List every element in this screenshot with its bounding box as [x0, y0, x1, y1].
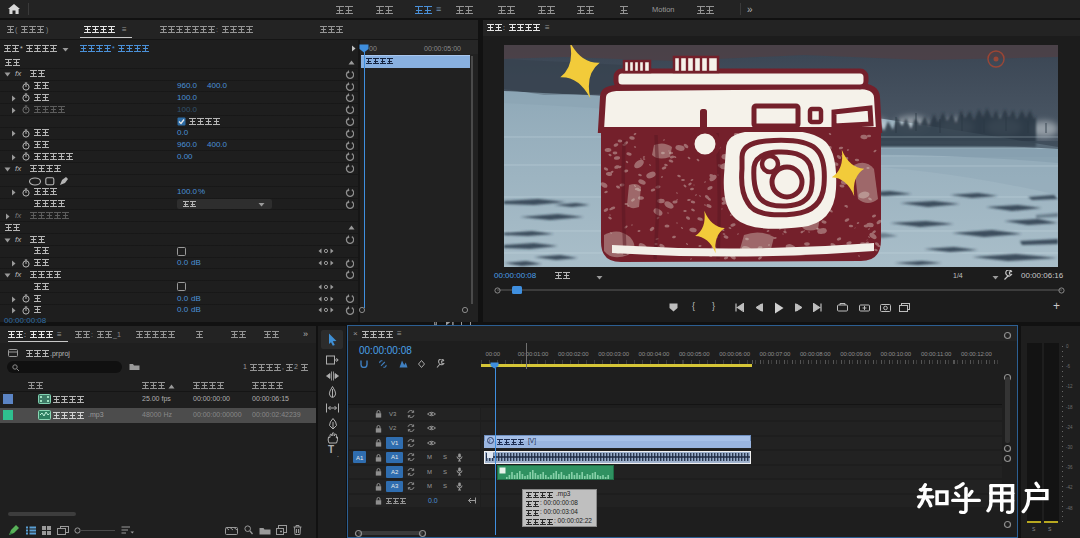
svg-text:f: f	[489, 438, 491, 444]
